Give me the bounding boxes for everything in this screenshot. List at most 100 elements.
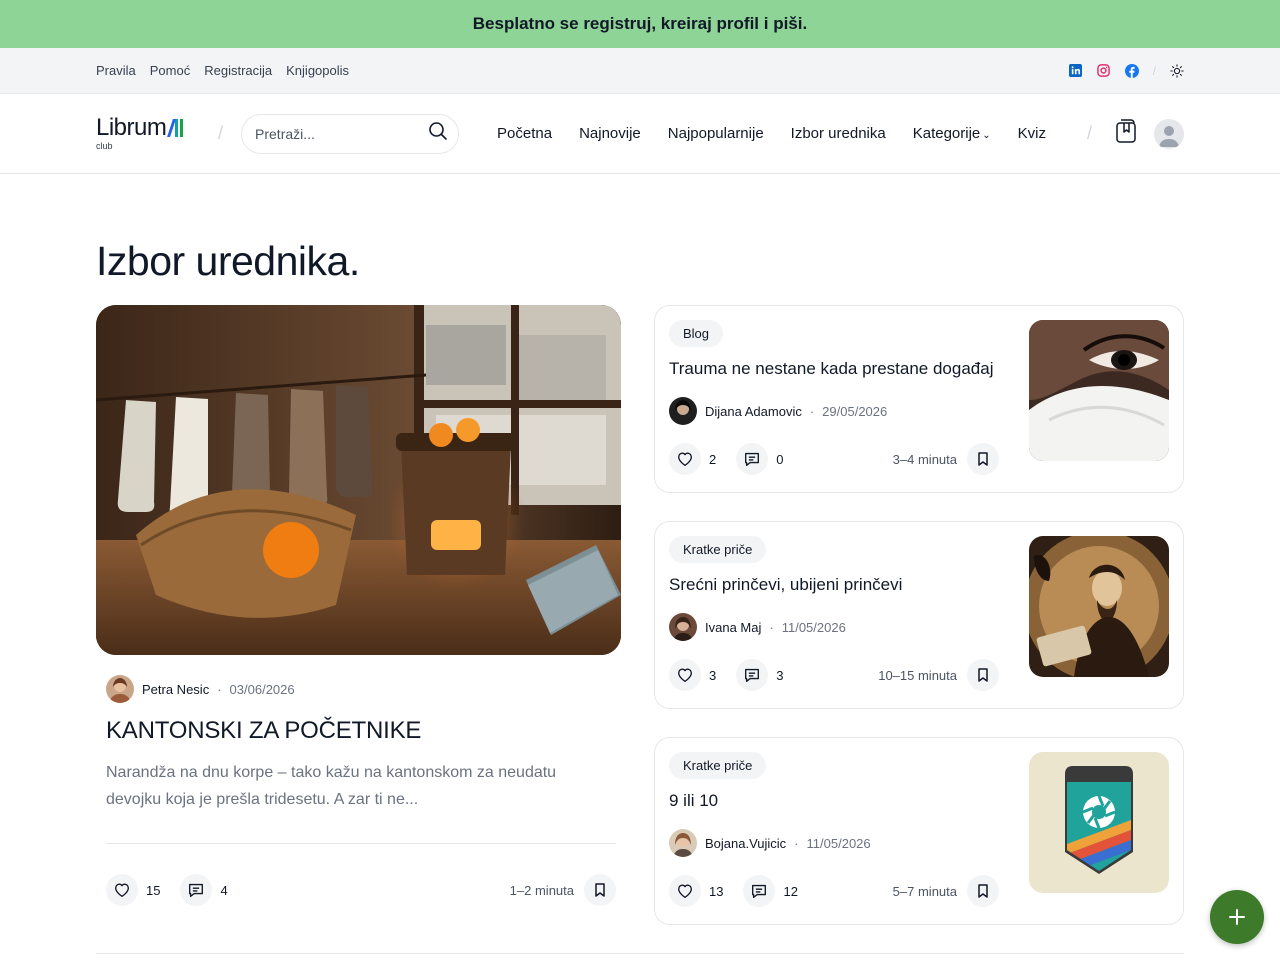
top-links: Pravila Pomoć Registracija Knjigopolis xyxy=(96,63,349,78)
search-box xyxy=(241,113,460,154)
author-name[interactable]: Ivana Maj xyxy=(705,620,761,635)
like-button[interactable] xyxy=(669,659,701,691)
chevron-down-icon: ⌄ xyxy=(982,130,991,141)
top-link-knjigopolis[interactable]: Knjigopolis xyxy=(286,63,349,78)
featured-article-image[interactable] xyxy=(96,305,621,655)
social-links: / xyxy=(1069,63,1184,78)
like-count: 13 xyxy=(709,883,724,899)
article-thumbnail[interactable] xyxy=(1029,536,1169,677)
nav-categories-label: Kategorije xyxy=(912,125,981,142)
read-time: 3–4 minuta xyxy=(892,451,957,467)
article-card: Blog Trauma ne nestane kada prestane dog… xyxy=(654,305,1184,493)
like-button[interactable] xyxy=(669,443,701,475)
comment-button[interactable] xyxy=(180,874,213,906)
like-count: 3 xyxy=(709,667,717,683)
heart-icon xyxy=(678,668,692,682)
category-badge[interactable]: Blog xyxy=(669,320,724,347)
article-card: Kratke priče Srećni prinčevi, ubijeni pr… xyxy=(654,521,1184,709)
author-name[interactable]: Petra Nesic xyxy=(142,682,209,697)
author-avatar[interactable] xyxy=(669,397,697,425)
nav-categories[interactable]: Kategorije ⌄ xyxy=(913,125,991,142)
plus-icon xyxy=(1229,909,1245,925)
header-separator: / xyxy=(218,123,224,143)
category-badge[interactable]: Kratke priče xyxy=(669,536,767,563)
comment-icon xyxy=(745,452,760,466)
bookmark-icon xyxy=(978,884,988,898)
search-input[interactable] xyxy=(255,125,429,142)
bookmark-icon xyxy=(595,883,605,897)
heart-icon xyxy=(115,883,129,897)
bookmarks-icon[interactable] xyxy=(1114,118,1138,149)
like-button[interactable] xyxy=(106,874,138,906)
read-time: 10–15 minuta xyxy=(878,667,957,683)
nav-popular[interactable]: Najpopularnije xyxy=(668,125,764,142)
page-title: Izbor urednika. xyxy=(96,238,360,284)
heart-icon xyxy=(678,884,692,898)
facebook-icon[interactable] xyxy=(1124,63,1139,78)
comment-count: 4 xyxy=(220,882,228,898)
author-name[interactable]: Dijana Adamovic xyxy=(705,404,802,419)
article-title[interactable]: 9 ili 10 xyxy=(669,791,999,815)
meta-separator: · xyxy=(769,619,774,635)
article-thumbnail[interactable] xyxy=(1029,752,1169,893)
bookmark-button[interactable] xyxy=(584,874,616,906)
comment-button[interactable] xyxy=(736,659,769,691)
read-time: 1–2 minuta xyxy=(509,882,574,898)
nav-home[interactable]: Početna xyxy=(497,125,552,142)
article-meta: Bojana.Vujicic · 11/05/2026 xyxy=(669,829,999,857)
top-link-help[interactable]: Pomoć xyxy=(150,63,190,78)
article-card: Kratke priče 9 ili 10 Bojana.Vujicic · 1… xyxy=(654,737,1184,925)
linkedin-icon[interactable] xyxy=(1069,64,1083,78)
header-actions: / xyxy=(1087,118,1184,149)
nav-quiz[interactable]: Kviz xyxy=(1018,125,1046,142)
author-avatar[interactable] xyxy=(669,613,697,641)
author-avatar[interactable] xyxy=(669,829,697,857)
top-link-register[interactable]: Registracija xyxy=(204,63,272,78)
create-post-button[interactable] xyxy=(1210,890,1264,944)
nav-editors-choice[interactable]: Izbor urednika xyxy=(791,125,886,142)
like-count: 15 xyxy=(146,882,161,898)
publish-date: 11/05/2026 xyxy=(781,619,846,635)
divider xyxy=(106,843,616,844)
comment-button[interactable] xyxy=(743,875,776,907)
section-bottom-divider xyxy=(96,953,1184,954)
article-title[interactable]: Trauma ne nestane kada prestane događaj xyxy=(669,359,999,383)
search-icon[interactable] xyxy=(428,121,448,146)
featured-article-actions: 15 4 1–2 minuta xyxy=(106,872,616,908)
bookmark-button[interactable] xyxy=(967,659,999,691)
site-logo[interactable]: Librum club xyxy=(96,116,200,151)
article-meta: Dijana Adamovic · 29/05/2026 xyxy=(669,397,999,425)
user-avatar-button[interactable] xyxy=(1154,118,1184,149)
bookmark-button[interactable] xyxy=(967,443,999,475)
comment-count: 12 xyxy=(783,883,798,899)
comment-icon xyxy=(752,884,767,898)
category-badge[interactable]: Kratke priče xyxy=(669,752,767,779)
like-button[interactable] xyxy=(669,875,701,907)
bookmark-icon xyxy=(978,668,988,682)
comment-button[interactable] xyxy=(736,443,769,475)
author-name[interactable]: Bojana.Vujicic xyxy=(705,836,786,851)
article-title[interactable]: Srećni prinčevi, ubijeni prinčevi xyxy=(669,575,999,599)
comment-count: 3 xyxy=(776,667,784,683)
author-avatar[interactable] xyxy=(106,675,134,703)
read-time: 5–7 minuta xyxy=(892,883,957,899)
nav-newest[interactable]: Najnovije xyxy=(579,125,641,142)
featured-article-title[interactable]: KANTONSKI ZA POČETNIKE xyxy=(106,717,616,745)
social-separator: / xyxy=(1152,63,1156,78)
top-link-rules[interactable]: Pravila xyxy=(96,63,136,78)
comment-count: 0 xyxy=(776,451,784,467)
header-separator-2: / xyxy=(1086,123,1092,143)
meta-separator: · xyxy=(794,835,799,851)
main-header: Librum club / Početna Najnovije Najpopul… xyxy=(0,94,1280,174)
bookmark-icon xyxy=(978,452,988,466)
article-thumbnail[interactable] xyxy=(1029,320,1169,461)
logo-bars-icon xyxy=(167,119,184,137)
article-actions: 13 12 5–7 minuta xyxy=(669,873,999,909)
instagram-icon[interactable] xyxy=(1097,64,1111,78)
sun-icon[interactable] xyxy=(1170,63,1184,78)
article-actions: 2 0 3–4 minuta xyxy=(669,441,999,477)
bookmark-button[interactable] xyxy=(967,875,999,907)
publish-date: 11/05/2026 xyxy=(806,835,871,851)
heart-icon xyxy=(678,452,692,466)
promo-banner[interactable]: Besplatno se registruj, kreiraj profil i… xyxy=(0,0,1280,48)
